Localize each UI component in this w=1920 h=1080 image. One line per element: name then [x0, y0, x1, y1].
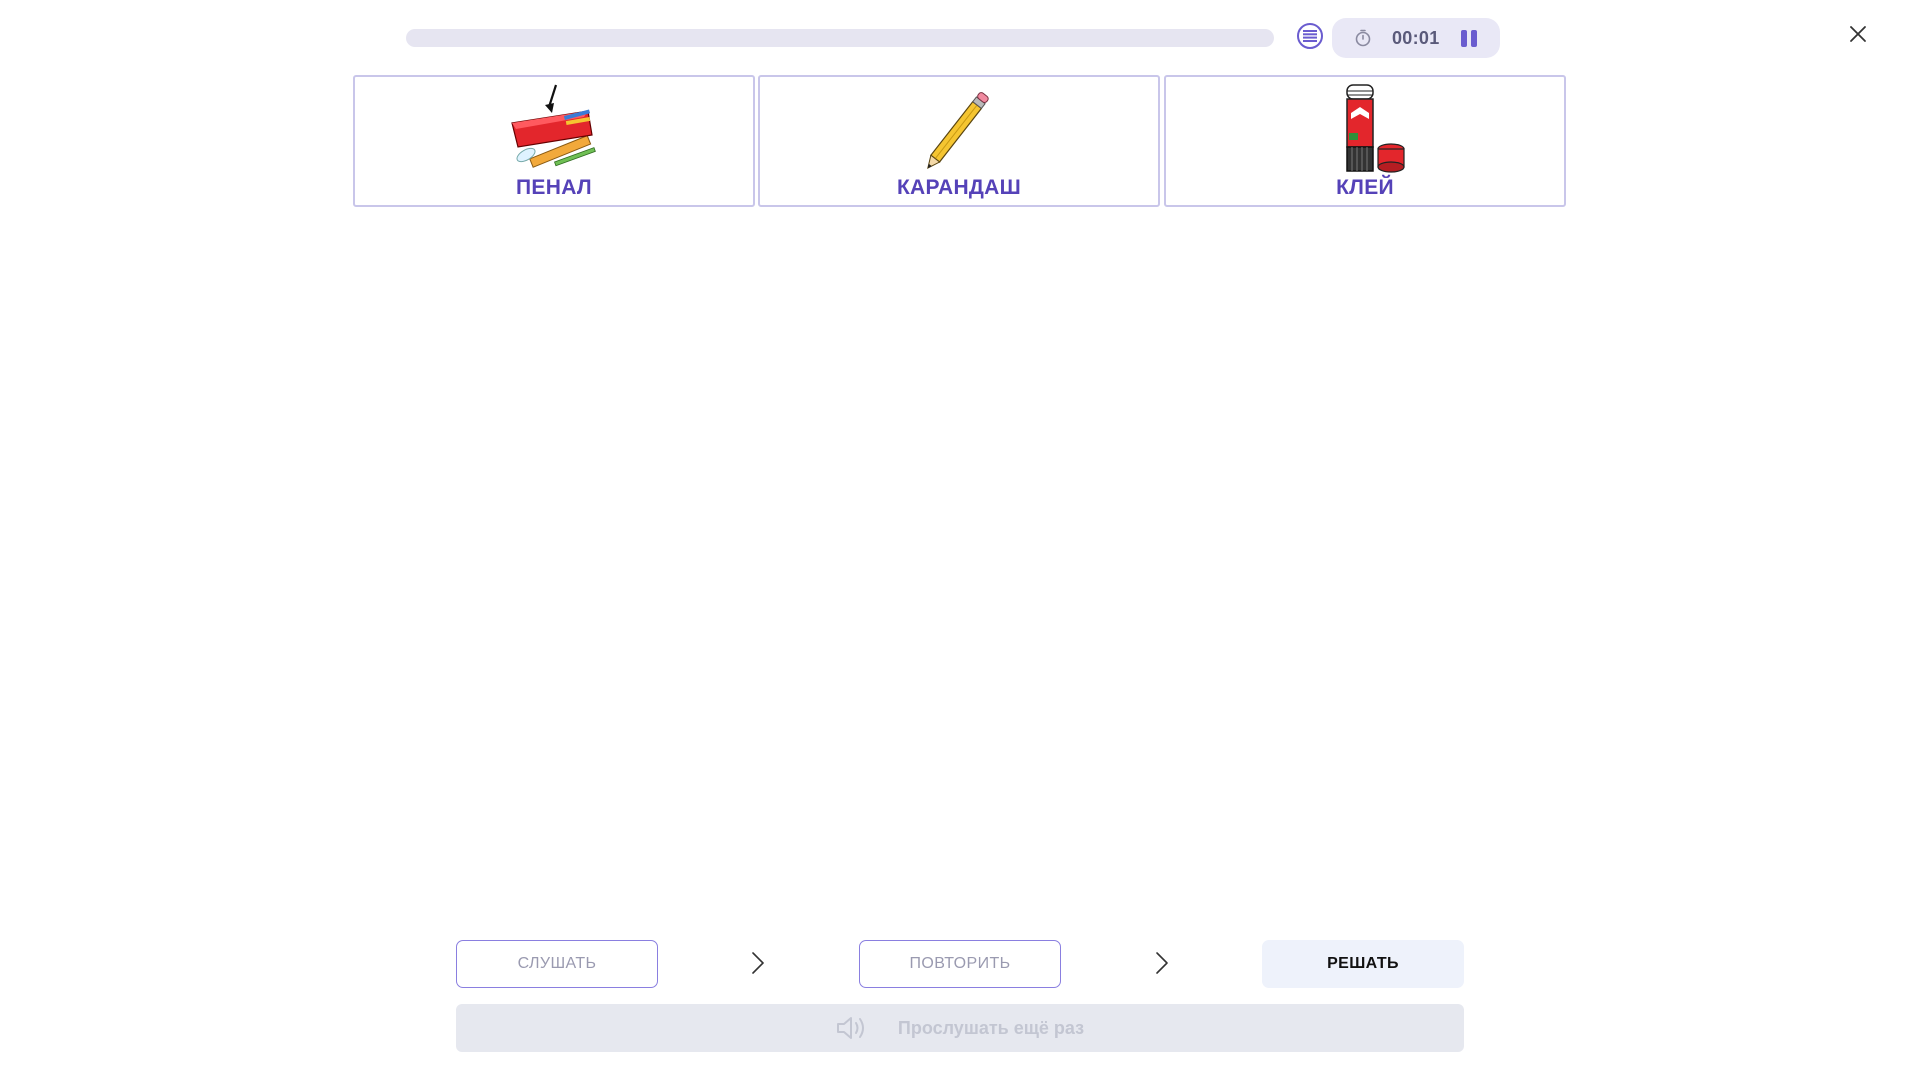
- close-button[interactable]: [1846, 22, 1870, 46]
- pause-icon-bar: [1471, 30, 1477, 47]
- step-listen-button[interactable]: СЛУШАТЬ: [456, 940, 658, 988]
- pause-button[interactable]: [1458, 28, 1482, 48]
- list-menu-icon: [1303, 30, 1317, 42]
- speaker-icon: [836, 1017, 864, 1039]
- pencil-icon: [927, 92, 989, 170]
- listen-again-button[interactable]: Прослушать ещё раз: [456, 1004, 1464, 1052]
- card-pencil[interactable]: КАРАНДАШ: [758, 75, 1160, 207]
- progress-bar: [406, 29, 1274, 47]
- timer: 00:01: [1332, 18, 1500, 58]
- pencil-case-icon: [511, 84, 596, 168]
- card-pencil-case[interactable]: ПЕНАЛ: [353, 75, 755, 207]
- card-label: КАРАНДАШ: [896, 176, 1022, 199]
- card-label: ПЕНАЛ: [516, 176, 592, 199]
- chevron-right-icon: [752, 952, 764, 974]
- chevron-right-icon: [1156, 952, 1168, 974]
- step-solve-button[interactable]: РЕШАТЬ: [1262, 940, 1464, 988]
- close-icon: [1850, 26, 1866, 42]
- stopwatch-icon: [1355, 29, 1371, 47]
- pause-icon: [1461, 30, 1467, 47]
- glue-stick-icon: [1346, 84, 1405, 173]
- exercise-screen: 00:01 ПЕНАЛ КАРАНДАШ КЛЕЙ СЛУШАТЬ ПОВТОР…: [0, 0, 1920, 1080]
- card-label: КЛЕЙ: [1336, 176, 1394, 199]
- timer-value: 00:01: [1392, 28, 1440, 48]
- listen-again-label: Прослушать ещё раз: [897, 1017, 1085, 1038]
- step-repeat-button[interactable]: ПОВТОРИТЬ: [859, 940, 1061, 988]
- card-glue[interactable]: КЛЕЙ: [1164, 75, 1566, 207]
- list-menu-button[interactable]: [1297, 23, 1323, 49]
